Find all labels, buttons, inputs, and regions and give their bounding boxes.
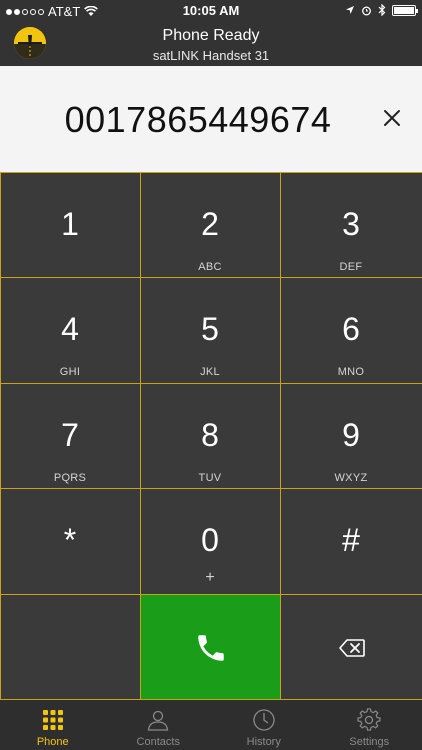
key-letters: JKL (200, 366, 220, 379)
tab-history[interactable]: History (211, 700, 317, 750)
key-digit: 0 (201, 522, 219, 559)
status-right (345, 4, 418, 16)
number-display: 0017865449674 (0, 66, 422, 172)
empty-key-slot (0, 593, 141, 701)
alarm-icon (362, 6, 371, 15)
key-letters: ABC (198, 260, 222, 273)
key-digit: 2 (201, 205, 219, 242)
tab-label: Phone (36, 736, 69, 748)
key-digit: 5 (201, 311, 219, 348)
key-letters: GHI (59, 366, 81, 379)
tab-contacts[interactable]: Contacts (106, 700, 212, 750)
key-6[interactable]: 6 MNO (279, 277, 422, 384)
location-arrow-icon (346, 6, 354, 14)
key-5[interactable]: 5 JKL (139, 277, 281, 384)
key-9[interactable]: 9 WXYZ (279, 382, 422, 490)
key-2[interactable]: 2 ABC (139, 171, 281, 279)
key-digit: 1 (61, 205, 79, 242)
device-subtitle: satLINK Handset 31 (152, 48, 270, 63)
tab-label: Settings (349, 736, 390, 748)
backspace-button[interactable] (279, 593, 422, 701)
key-letters: DEF (339, 260, 363, 273)
key-letters: MNO (337, 366, 365, 379)
key-3[interactable]: 3 DEF (279, 171, 422, 279)
key-1[interactable]: 1 (0, 171, 141, 279)
tab-label: History (246, 736, 281, 748)
key-digit: # (342, 522, 360, 559)
tab-phone[interactable]: Phone (0, 700, 106, 750)
key-0[interactable]: 0 + (139, 488, 281, 595)
dialed-number: 0017865449674 (64, 99, 332, 140)
key-letters: WXYZ (334, 471, 368, 484)
tab-settings[interactable]: Settings (317, 700, 422, 750)
battery-icon (392, 4, 418, 16)
clear-number-button[interactable] (380, 106, 404, 130)
key-letters: + (205, 569, 215, 587)
tab-bar: Phone Contacts History Settings (0, 700, 422, 750)
title-bar: Phone Ready satLINK Handset 31 (0, 22, 422, 66)
key-digit: 4 (61, 311, 79, 348)
bluetooth-icon (378, 4, 386, 16)
call-button[interactable] (139, 593, 281, 701)
status-bar: AT&T 10:05 AM (0, 0, 422, 22)
contacts-icon (148, 710, 169, 731)
key-digit: 7 (61, 416, 79, 453)
keypad-grid-icon (42, 710, 63, 730)
dial-keypad: 1 2 ABC 3 DEF 4 GHI 5 JKL 6 MNO 7 PQRS 8 TUV 9 W… (0, 171, 422, 701)
key-8[interactable]: 8 TUV (139, 382, 281, 490)
page-title: Phone Ready (162, 27, 260, 44)
tab-label: Contacts (136, 736, 180, 748)
gear-icon (357, 708, 381, 731)
key-digit: 3 (342, 205, 360, 242)
key-digit: 6 (342, 311, 360, 348)
key-7[interactable]: 7 PQRS (0, 382, 141, 490)
backspace-icon (338, 639, 365, 657)
key-star[interactable]: * (0, 488, 141, 595)
key-letters: PQRS (53, 471, 87, 484)
key-digit: 8 (201, 416, 219, 453)
clock-icon (253, 709, 275, 731)
key-digit: * (63, 522, 77, 559)
phone-handset-icon (197, 635, 224, 661)
key-4[interactable]: 4 GHI (0, 277, 141, 384)
key-hash[interactable]: # (279, 488, 422, 595)
key-letters: TUV (198, 471, 222, 484)
key-digit: 9 (342, 416, 360, 453)
